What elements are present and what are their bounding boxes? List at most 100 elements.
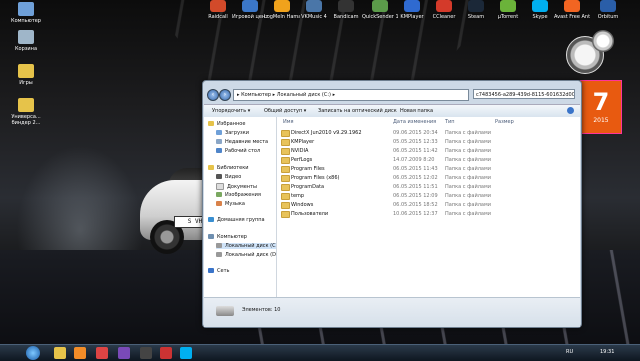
language-indicator[interactable]: RU	[566, 349, 573, 355]
file-row[interactable]: ProgramData 06.05.2015 11:51 Папка с файла…	[277, 183, 580, 191]
dock-item-bandicam[interactable]: Bandicam	[328, 0, 364, 20]
share-button[interactable]: Общий доступ ▾	[264, 105, 306, 117]
bandicam-icon	[338, 0, 354, 12]
recent-places-icon	[216, 139, 222, 144]
quicksender-icon	[372, 0, 388, 12]
nav-video[interactable]: Видео	[216, 174, 241, 180]
navigation-pane: Избранное Загрузки Недавние места Рабочи…	[204, 117, 277, 297]
ram-gauge-gadget[interactable]	[592, 30, 614, 52]
clock[interactable]: 19:31	[600, 349, 614, 355]
nav-computer[interactable]: Компьютер	[208, 234, 247, 240]
steam-icon	[468, 0, 484, 12]
file-row[interactable]: KMPlayer 05.05.2015 12:33 Папка с файлами	[277, 138, 580, 146]
file-row[interactable]: NVIDIA 06.05.2015 11:42 Папка с файлами	[277, 147, 580, 155]
window-titlebar[interactable]	[203, 81, 581, 87]
taskbar-app-red[interactable]	[160, 347, 172, 359]
burn-button[interactable]: Записать на оптический диск	[318, 105, 397, 117]
dock-item-hamachi[interactable]: LogMeIn Hamachi	[264, 0, 300, 20]
folder-icon	[281, 130, 290, 137]
dock-item-vkmusic[interactable]: VKMusic 4	[296, 0, 332, 20]
taskbar-app-vs[interactable]	[118, 347, 130, 359]
downloads-icon	[216, 130, 222, 135]
address-row: ‹ › ▸ Компьютер ▸ Локальный диск (C:) ▸ …	[207, 89, 577, 101]
dock-item-orbitum[interactable]: Orbitum	[590, 0, 626, 20]
organize-button[interactable]: Упорядочить ▾	[212, 105, 250, 117]
nav-favorites[interactable]: Избранное	[208, 121, 245, 127]
folder-icon	[18, 98, 34, 112]
calendar-day: 7	[592, 88, 610, 116]
nav-music[interactable]: Музыка	[216, 201, 245, 207]
nav-homegroup[interactable]: Домашняя группа	[208, 217, 265, 223]
taskbar-app-explorer[interactable]	[54, 347, 66, 359]
file-row[interactable]: DirectX Jun2010 v9.29.1962 09.06.2015 20:…	[277, 129, 580, 137]
file-row[interactable]: Program Files 06.05.2015 11:43 Папка с фай…	[277, 165, 580, 173]
taskbar-app-media[interactable]	[74, 347, 86, 359]
nav-disk-d[interactable]: Локальный диск (D	[216, 252, 276, 258]
file-row[interactable]: Пользователи 10.06.2015 12:37 Папка с файл…	[277, 210, 580, 218]
file-row[interactable]: temp 06.05.2015 12:09 Папка с файлами	[277, 192, 580, 200]
nav-network[interactable]: Сеть	[208, 268, 229, 274]
item-count: Элементов: 10	[242, 307, 281, 313]
folder-icon	[281, 175, 290, 182]
taskbar: RU 19:31	[0, 344, 640, 361]
address-bar[interactable]: ▸ Компьютер ▸ Локальный диск (C:) ▸	[233, 89, 469, 101]
video-icon	[216, 174, 222, 179]
dock-item-skype[interactable]: Skype	[522, 0, 558, 20]
file-row[interactable]: Windows 06.05.2015 18:52 Папка с файлами	[277, 201, 580, 209]
drive-icon	[216, 306, 234, 316]
computer-icon	[208, 234, 214, 239]
search-input[interactable]: c7483456-a289-439d-8115-601632d005a	[473, 89, 575, 99]
help-icon[interactable]	[567, 107, 574, 114]
nav-recent[interactable]: Недавние места	[216, 139, 268, 145]
music-icon	[216, 201, 222, 206]
taskbar-app-skype[interactable]	[180, 347, 192, 359]
dock-item-steam[interactable]: Steam	[458, 0, 494, 20]
dock-item-game-center[interactable]: Игровой центр@Ma...	[232, 0, 268, 20]
folder-icon	[281, 184, 290, 191]
avast-icon	[564, 0, 580, 12]
calendar-gadget[interactable]: 7 2015	[580, 80, 622, 134]
nav-downloads[interactable]: Загрузки	[216, 130, 249, 136]
dock-item-quicksender[interactable]: QuickSender 1.9	[362, 0, 398, 20]
dock-item-raidcall[interactable]: Raidcall	[200, 0, 236, 20]
ccleaner-icon	[436, 0, 452, 12]
column-size[interactable]: Размер	[495, 119, 514, 125]
forward-button[interactable]: ›	[219, 89, 231, 101]
drive-icon	[216, 252, 222, 257]
nav-documents[interactable]: Документы	[216, 183, 257, 190]
folder-icon	[281, 157, 290, 164]
taskbar-app-chrome[interactable]	[96, 347, 108, 359]
column-type[interactable]: Тип	[445, 119, 455, 125]
skype-icon	[532, 0, 548, 12]
column-name[interactable]: Имя	[283, 119, 294, 125]
dock-item-kmplayer[interactable]: KMPlayer	[394, 0, 430, 20]
kmplayer-icon	[404, 0, 420, 12]
folder-icon	[281, 211, 290, 218]
game-center-icon	[242, 0, 258, 12]
dock-item-utorrent[interactable]: µTorrent	[490, 0, 526, 20]
folder-icon	[281, 139, 290, 146]
desktop-icon-recycle-bin[interactable]: Корзина	[8, 30, 44, 52]
dock-item-ccleaner[interactable]: CCleaner	[426, 0, 462, 20]
new-folder-button[interactable]: Новая папка	[400, 105, 433, 117]
dock-item-avast[interactable]: Avast Free Antivirus	[554, 0, 590, 20]
desktop-icon-binder[interactable]: Универса... биндер 2...	[8, 98, 44, 126]
nav-desktop[interactable]: Рабочий стол	[216, 148, 260, 154]
folder-icon	[281, 166, 290, 173]
folder-icon	[281, 193, 290, 200]
taskbar-app-bandicam[interactable]	[140, 347, 152, 359]
file-row[interactable]: PerfLogs 14.07.2009 8:20 Папка с файлами	[277, 156, 580, 164]
nav-disk-c[interactable]: Локальный диск (C	[216, 243, 276, 249]
nav-libraries[interactable]: Библиотеки	[208, 165, 249, 171]
command-bar: Упорядочить ▾ Общий доступ ▾ Записать на…	[204, 104, 580, 118]
desktop-icon	[216, 148, 222, 153]
explorer-window[interactable]: ‹ › ▸ Компьютер ▸ Локальный диск (C:) ▸ …	[202, 80, 582, 328]
nav-images[interactable]: Изображения	[216, 192, 261, 198]
column-date[interactable]: Дата изменения	[393, 119, 436, 125]
desktop-icon-games[interactable]: Игры	[8, 64, 44, 86]
file-row[interactable]: Program Files (x86) 06.05.2015 12:02 Папка…	[277, 174, 580, 182]
status-bar: Элементов: 10	[204, 297, 580, 327]
desktop-icon-computer[interactable]: Компьютер	[8, 2, 44, 24]
back-button[interactable]: ‹	[207, 89, 219, 101]
start-button[interactable]	[26, 346, 40, 360]
